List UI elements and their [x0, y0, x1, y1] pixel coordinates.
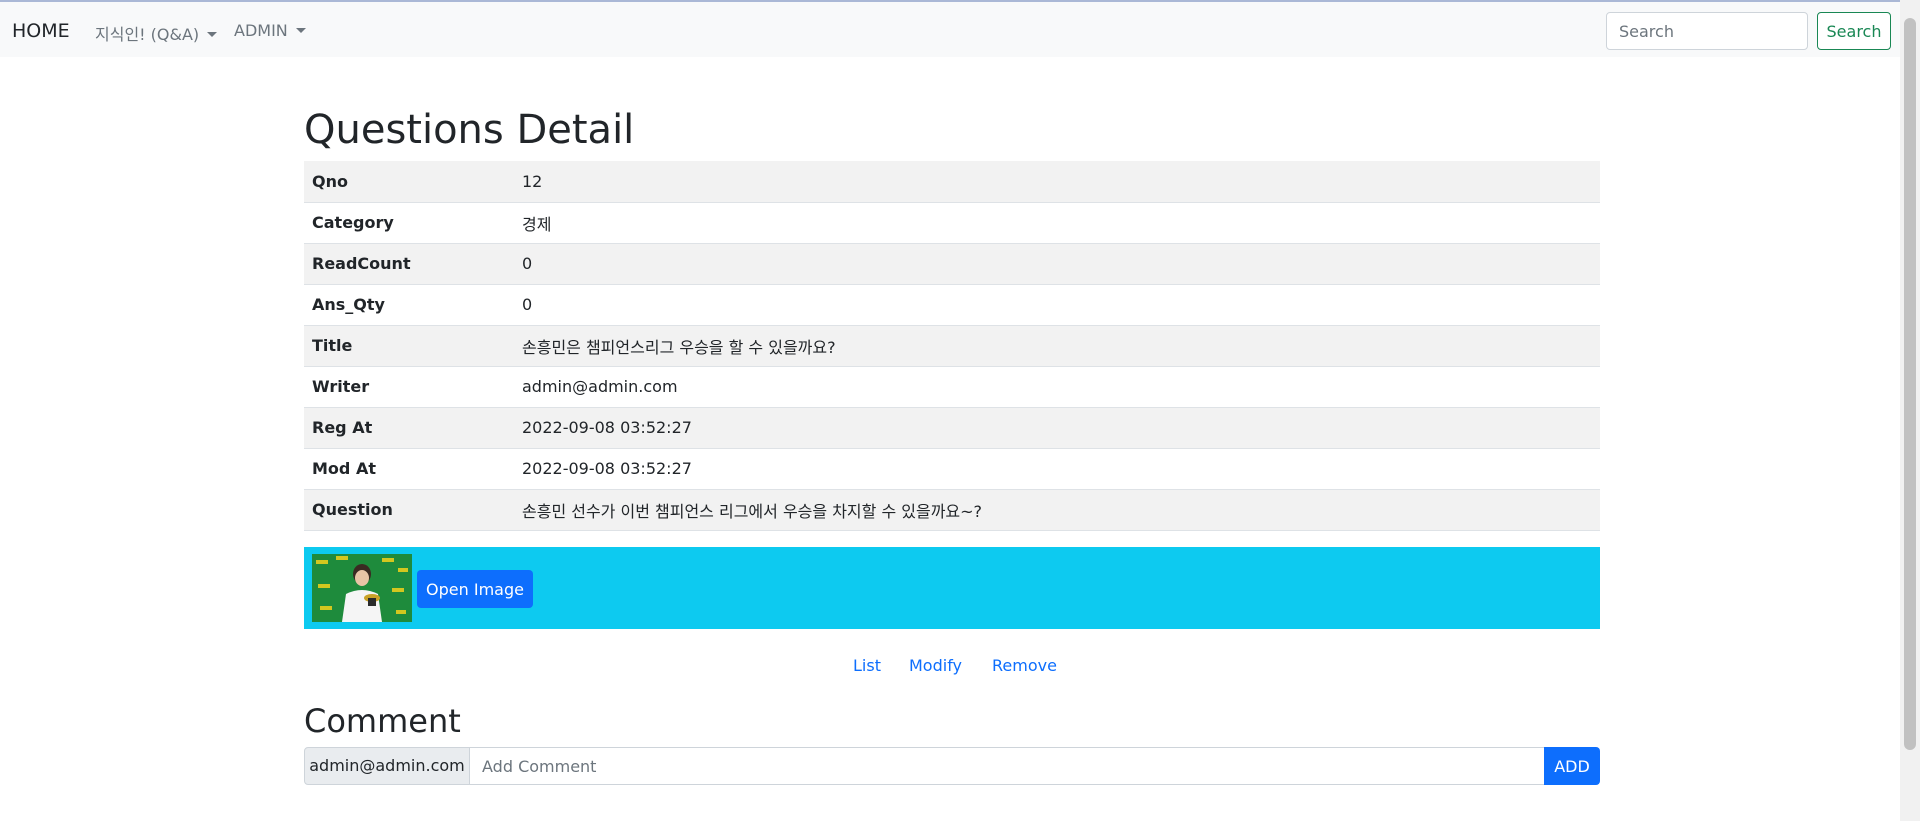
- attachment-thumbnail[interactable]: [312, 554, 412, 622]
- row-label: Ans_Qty: [304, 284, 514, 326]
- comment-title: Comment: [304, 702, 461, 740]
- admin-dropdown-label: ADMIN: [234, 21, 288, 40]
- table-row: Mod At 2022-09-08 03:52:27: [304, 448, 1600, 490]
- qna-dropdown[interactable]: 지식인! (Q&A): [95, 21, 218, 45]
- photo-icon: [312, 554, 412, 622]
- row-value: 0: [514, 243, 1600, 285]
- row-value: 손흥민은 챔피언스리그 우승을 할 수 있을까요?: [514, 325, 1600, 367]
- modify-link[interactable]: Modify: [909, 656, 962, 675]
- home-link[interactable]: HOME: [12, 20, 70, 42]
- remove-link[interactable]: Remove: [992, 656, 1057, 675]
- row-value: 0: [514, 284, 1600, 326]
- row-value: 2022-09-08 03:52:27: [514, 407, 1600, 449]
- table-row: Title 손흥민은 챔피언스리그 우승을 할 수 있을까요?: [304, 325, 1600, 367]
- comment-writer: admin@admin.com: [304, 747, 470, 785]
- row-value: 경제: [514, 202, 1600, 244]
- row-label: Reg At: [304, 407, 514, 449]
- search-input[interactable]: [1606, 12, 1808, 50]
- open-image-button[interactable]: Open Image: [417, 570, 533, 608]
- table-row: Reg At 2022-09-08 03:52:27: [304, 407, 1600, 449]
- chevron-down-icon: [207, 32, 218, 37]
- table-row: Writer admin@admin.com: [304, 366, 1600, 408]
- row-value: 2022-09-08 03:52:27: [514, 448, 1600, 490]
- detail-table: Qno 12 Category 경제 ReadCount 0 Ans_Qty 0 Title 손흥…: [304, 161, 1600, 531]
- row-label: Category: [304, 202, 514, 244]
- search-button[interactable]: Search: [1817, 12, 1891, 50]
- row-label: Mod At: [304, 448, 514, 490]
- row-value: 손흥민 선수가 이번 챔피언스 리그에서 우승을 차지할 수 있을까요~?: [514, 489, 1600, 531]
- table-row: Category 경제: [304, 202, 1600, 244]
- row-value: admin@admin.com: [514, 366, 1600, 408]
- scrollbar-thumb[interactable]: [1904, 18, 1916, 750]
- admin-dropdown[interactable]: ADMIN: [234, 21, 306, 40]
- comment-input-group: admin@admin.com ADD: [304, 747, 1600, 785]
- chevron-down-icon: [295, 28, 306, 33]
- qna-dropdown-label: 지식인! (Q&A): [95, 25, 200, 44]
- page-title: Questions Detail: [304, 107, 635, 153]
- table-row: ReadCount 0: [304, 243, 1600, 285]
- row-label: Question: [304, 489, 514, 531]
- row-label: Writer: [304, 366, 514, 408]
- table-row: Question 손흥민 선수가 이번 챔피언스 리그에서 우승을 차지할 수 있…: [304, 489, 1600, 531]
- row-label: ReadCount: [304, 243, 514, 285]
- image-attachment-box: Open Image: [304, 547, 1600, 629]
- row-label: Qno: [304, 161, 514, 203]
- table-row: Qno 12: [304, 161, 1600, 203]
- comment-input[interactable]: [469, 747, 1545, 785]
- add-comment-button[interactable]: ADD: [1544, 747, 1600, 785]
- row-value: 12: [514, 161, 1600, 203]
- vertical-scrollbar[interactable]: [1900, 0, 1920, 821]
- top-navbar: HOME 지식인! (Q&A) ADMIN Search: [0, 0, 1900, 57]
- table-row: Ans_Qty 0: [304, 284, 1600, 326]
- row-label: Title: [304, 325, 514, 367]
- list-link[interactable]: List: [853, 656, 881, 675]
